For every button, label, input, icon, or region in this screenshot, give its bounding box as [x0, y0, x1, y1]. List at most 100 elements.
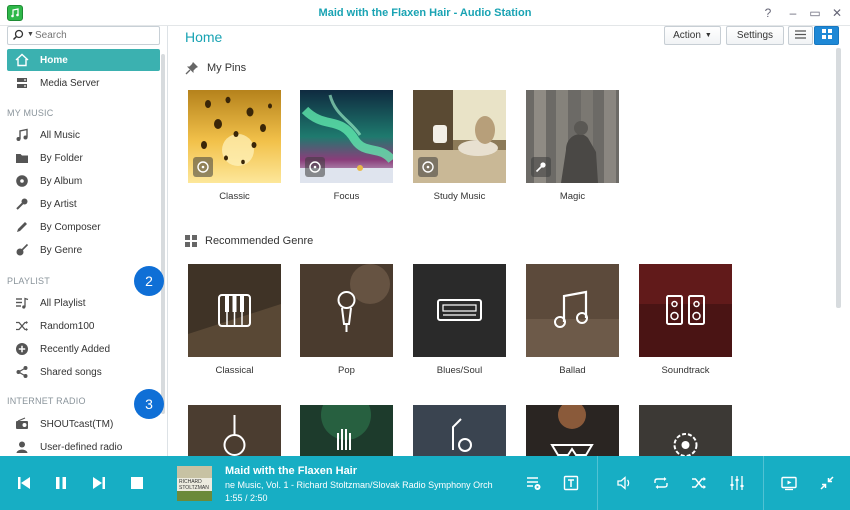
pin-tile-study-music[interactable]	[413, 90, 506, 183]
collapse-icon	[820, 476, 834, 490]
close-icon[interactable]: ✕	[829, 5, 845, 21]
section-playlist: PLAYLIST	[7, 276, 50, 286]
nav-all-playlist[interactable]: All Playlist	[7, 292, 160, 314]
list-view-button[interactable]	[788, 26, 813, 45]
album-cover-text: RICHARD STOLTZMAN	[179, 479, 209, 491]
track-time: 1:55 / 2:50	[225, 493, 268, 503]
lyrics-button[interactable]	[561, 473, 581, 493]
genre-tile-row3-5[interactable]	[639, 405, 732, 456]
pin-tile-magic[interactable]	[526, 90, 619, 183]
sidebar-scrollbar[interactable]	[161, 54, 165, 414]
grid-view-icon	[821, 29, 832, 42]
nav-media-server-label: Media Server	[40, 77, 100, 89]
genre-tile-classical[interactable]	[188, 264, 281, 357]
next-button[interactable]	[89, 473, 109, 493]
nav-recently-added[interactable]: Recently Added	[7, 338, 160, 360]
nav-by-composer[interactable]: By Composer	[7, 216, 160, 238]
track-subtitle: ne Music, Vol. 1 - Richard Stoltzman/Slo…	[225, 480, 493, 490]
nav-by-folder[interactable]: By Folder	[7, 147, 160, 169]
genre-label-pop: Pop	[338, 365, 355, 376]
nav-shoutcast[interactable]: SHOUTcast(TM)	[7, 413, 160, 435]
search-box[interactable]: ▼	[7, 26, 160, 45]
shuffle-icon	[14, 318, 30, 334]
shuffle-button[interactable]	[689, 473, 709, 493]
skip-previous-icon	[18, 477, 30, 489]
maximize-icon[interactable]: ▭	[807, 5, 823, 21]
genre-tile-pop[interactable]	[300, 264, 393, 357]
mini-player-button[interactable]	[817, 473, 837, 493]
pin-tile-classic[interactable]	[188, 90, 281, 183]
nav-home-label: Home	[40, 54, 68, 66]
list-view-icon	[795, 29, 806, 42]
search-icon[interactable]	[12, 29, 24, 44]
play-queue-icon	[527, 477, 541, 490]
nav-user-defined-radio[interactable]: User-defined radio	[7, 436, 160, 456]
repeat-button[interactable]	[651, 473, 671, 493]
skip-next-icon	[93, 477, 105, 489]
genre-tile-blues-soul[interactable]	[413, 264, 506, 357]
genre-label-ballad: Ballad	[559, 365, 586, 376]
search-input[interactable]	[35, 28, 155, 43]
section-internet-radio: INTERNET RADIO	[7, 396, 86, 406]
genre-tile-row3-3[interactable]	[413, 405, 506, 456]
player-bar: RICHARD STOLTZMAN Maid with the Flaxen H…	[0, 456, 850, 510]
pin-label-focus: Focus	[333, 191, 360, 202]
genre-label-blues-soul: Blues/Soul	[436, 365, 483, 376]
stop-icon	[131, 477, 143, 489]
album-cover[interactable]: RICHARD STOLTZMAN	[177, 466, 212, 501]
volume-button[interactable]	[614, 473, 634, 493]
nav-shared-songs[interactable]: Shared songs	[7, 361, 160, 383]
settings-button[interactable]: Settings	[726, 26, 784, 45]
music-note-icon	[14, 127, 30, 143]
nav-by-album-label: By Album	[40, 175, 83, 187]
stop-button[interactable]	[127, 473, 147, 493]
previous-button[interactable]	[14, 473, 34, 493]
pen-icon	[14, 219, 30, 235]
disc-icon	[193, 157, 213, 177]
shuffle-icon	[692, 477, 706, 489]
pause-icon	[56, 477, 66, 489]
grid-view-button[interactable]	[814, 26, 839, 45]
streaming-mode-button[interactable]	[779, 473, 799, 493]
nav-random100[interactable]: Random100	[7, 315, 160, 337]
add-circle-icon	[14, 341, 30, 357]
nav-all-music[interactable]: All Music	[7, 124, 160, 146]
pause-button[interactable]	[51, 473, 71, 493]
play-queue-button[interactable]	[524, 473, 544, 493]
nav-random100-label: Random100	[40, 320, 95, 332]
nav-all-music-label: All Music	[40, 129, 81, 141]
nav-by-composer-label: By Composer	[40, 221, 101, 233]
nav-home[interactable]: Home	[7, 49, 160, 71]
screen-play-icon	[781, 476, 797, 491]
pin-label-magic: Magic	[559, 191, 586, 202]
pin-label-study-music: Study Music	[433, 191, 486, 202]
nav-by-genre[interactable]: By Genre	[7, 239, 160, 261]
chevron-down-icon: ▼	[704, 32, 712, 39]
search-scope-caret-icon[interactable]: ▼	[27, 31, 34, 38]
nav-media-server[interactable]: Media Server	[7, 72, 160, 94]
main-scrollbar[interactable]	[836, 48, 841, 308]
nav-recently-added-label: Recently Added	[40, 343, 111, 355]
help-icon[interactable]: ?	[760, 5, 776, 21]
disc-icon	[14, 173, 30, 189]
track-title: Maid with the Flaxen Hair	[225, 465, 358, 477]
my-pins-title: My Pins	[207, 62, 247, 74]
action-button[interactable]: Action ▼	[664, 26, 721, 45]
media-server-icon	[14, 75, 30, 91]
genre-tile-row3-4[interactable]	[526, 405, 619, 456]
window-title: Maid with the Flaxen Hair - Audio Statio…	[318, 7, 532, 19]
nav-by-album[interactable]: By Album	[7, 170, 160, 192]
nav-by-genre-label: By Genre	[40, 244, 83, 256]
user-icon	[14, 439, 30, 455]
genre-tile-row3-1[interactable]	[188, 405, 281, 456]
pin-tile-focus[interactable]	[300, 90, 393, 183]
minimize-icon[interactable]: –	[785, 5, 801, 21]
radio-icon	[14, 416, 30, 432]
title-bar: Maid with the Flaxen Hair - Audio Statio…	[0, 0, 850, 26]
nav-by-artist[interactable]: By Artist	[7, 193, 160, 215]
repeat-icon	[654, 477, 668, 489]
equalizer-button[interactable]	[727, 473, 747, 493]
genre-tile-soundtrack[interactable]	[639, 264, 732, 357]
genre-tile-ballad[interactable]	[526, 264, 619, 357]
genre-tile-row3-2[interactable]	[300, 405, 393, 456]
